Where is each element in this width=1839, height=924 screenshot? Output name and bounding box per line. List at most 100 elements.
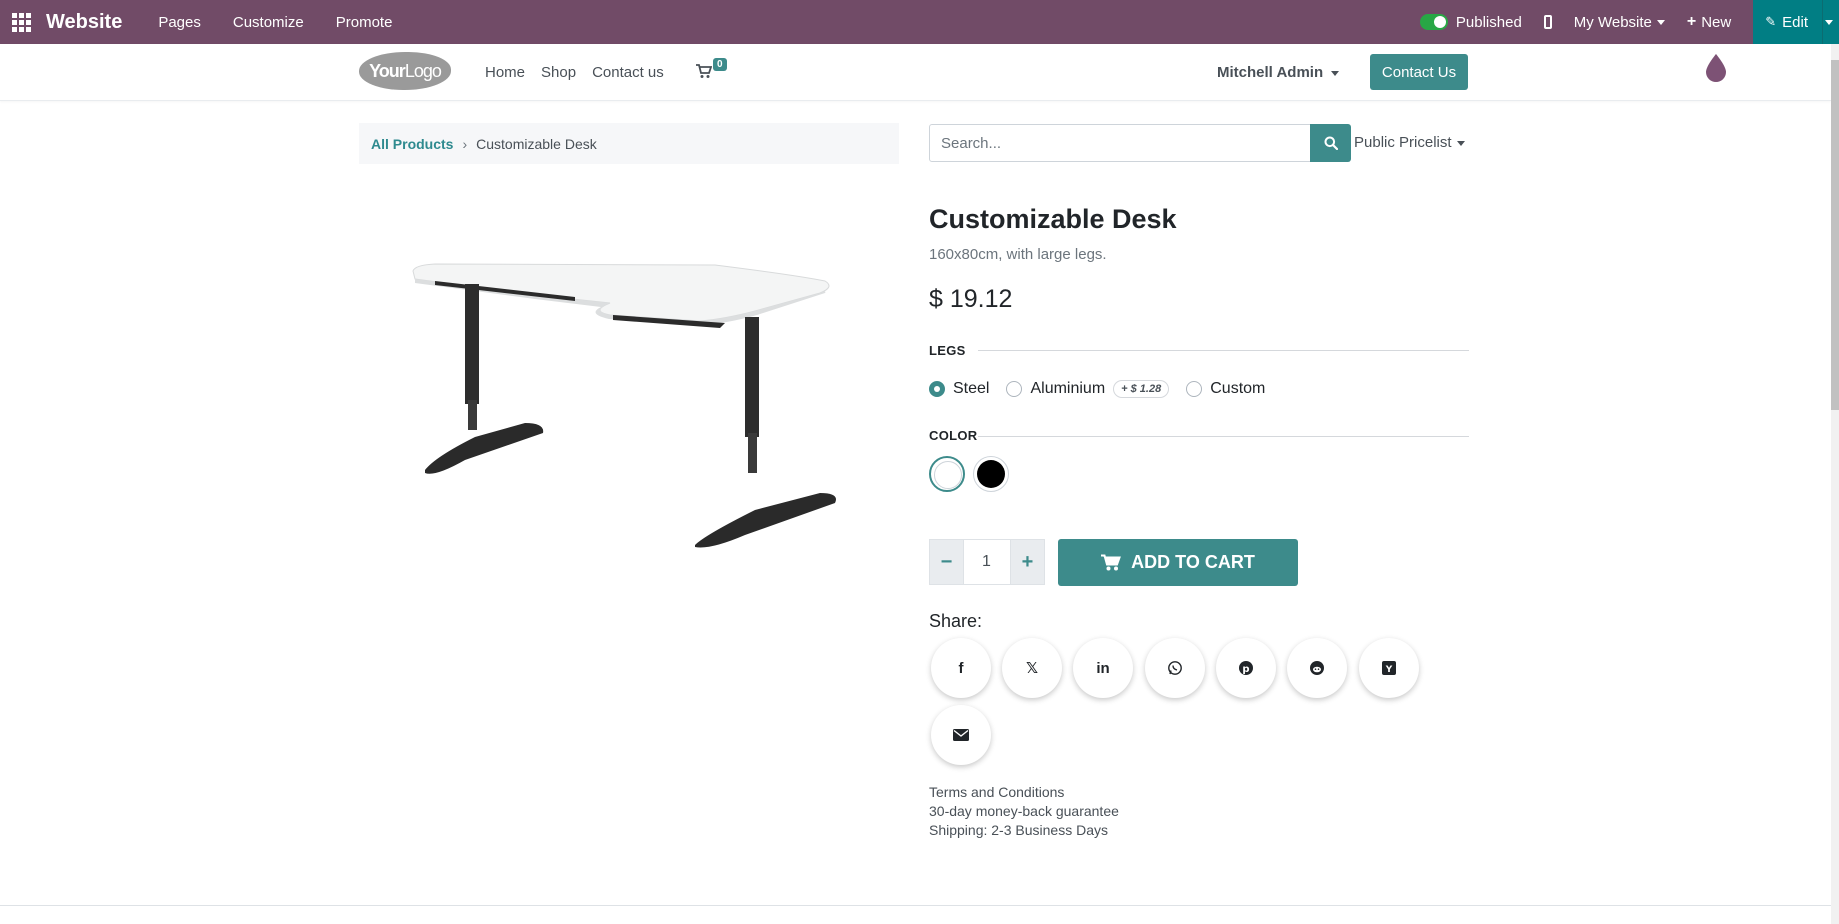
pricelist-label: Public Pricelist <box>1354 134 1452 151</box>
whatsapp-icon <box>1168 661 1182 675</box>
toggle-switch[interactable] <box>1419 14 1448 30</box>
logo-text: Logo <box>404 60 442 81</box>
product-image <box>412 263 836 548</box>
new-button[interactable]: + New <box>1687 13 1731 31</box>
nav-home[interactable]: Home <box>485 64 525 81</box>
share-reddit-button[interactable] <box>1287 638 1347 698</box>
share-linkedin-button[interactable]: in <box>1073 638 1133 698</box>
minus-icon: − <box>940 550 953 573</box>
apps-menu-icon[interactable] <box>0 0 42 44</box>
quantity-input[interactable]: 1 <box>963 539 1010 585</box>
share-whatsapp-button[interactable] <box>1145 638 1205 698</box>
mobile-preview-icon[interactable] <box>1543 15 1552 29</box>
pencil-icon: ✎ <box>1765 14 1777 29</box>
main-nav: Home Shop Contact us <box>485 64 680 81</box>
breadcrumb-separator: › <box>462 135 468 152</box>
search-icon <box>1324 136 1338 150</box>
product-title: Customizable Desk <box>929 204 1177 234</box>
website-admin-bar: Website Pages Customize Promote Publishe… <box>0 0 1839 44</box>
add-to-cart-label: ADD TO CART <box>1131 552 1255 572</box>
published-label: Published <box>1455 13 1522 31</box>
legs-option-steel[interactable]: Steel <box>929 380 989 398</box>
breadcrumb-all-products[interactable]: All Products <box>371 136 453 152</box>
share-hackernews-button[interactable]: Y <box>1359 638 1419 698</box>
radio-custom[interactable] <box>1186 381 1203 397</box>
site-logo[interactable]: Your Logo <box>359 52 451 90</box>
svg-text:p: p <box>1242 664 1249 675</box>
new-label: New <box>1701 13 1732 31</box>
legs-option-label: Aluminium <box>1030 380 1106 397</box>
pinterest-icon: p <box>1239 661 1253 675</box>
guarantee-text: 30-day money-back guarantee <box>929 803 1119 819</box>
menu-pages[interactable]: Pages <box>158 14 201 31</box>
legs-option-aluminium[interactable]: Aluminium + $ 1.28 <box>1006 380 1170 398</box>
legs-options: Steel Aluminium + $ 1.28 Custom <box>929 380 1282 398</box>
pricelist-dropdown[interactable]: Public Pricelist <box>1354 134 1465 151</box>
app-brand[interactable]: Website <box>46 11 122 34</box>
legs-option-custom[interactable]: Custom <box>1186 380 1265 398</box>
color-divider <box>978 436 1469 437</box>
email-icon <box>953 729 969 741</box>
shopping-cart-icon <box>1101 554 1122 571</box>
published-toggle[interactable]: Published <box>1419 13 1522 31</box>
site-header: Your Logo Home Shop Contact us 0 Mitchell… <box>0 44 1831 101</box>
terms-link[interactable]: Terms and Conditions <box>929 784 1064 800</box>
quantity-decrease-button[interactable]: − <box>929 539 964 585</box>
plus-icon: + <box>1686 13 1697 30</box>
menu-customize[interactable]: Customize <box>233 14 304 31</box>
my-website-dropdown[interactable]: My Website <box>1574 14 1665 31</box>
user-name: Mitchell Admin <box>1217 64 1324 81</box>
scrollbar-thumb[interactable] <box>1831 60 1839 410</box>
legs-option-label: Steel <box>953 380 990 397</box>
hackernews-icon: Y <box>1382 661 1396 675</box>
facebook-icon: f <box>958 659 964 677</box>
share-facebook-button[interactable]: f <box>931 638 991 698</box>
product-description: 160x80cm, with large legs. <box>929 246 1107 263</box>
menu-promote[interactable]: Promote <box>336 14 393 31</box>
product-price: $ 19.12 <box>929 285 1013 313</box>
share-x-button[interactable]: 𝕏 <box>1002 638 1062 698</box>
chevron-down-icon <box>1656 19 1665 25</box>
nav-shop[interactable]: Shop <box>541 64 576 81</box>
share-email-button[interactable] <box>931 705 991 765</box>
share-label: Share: <box>929 611 983 631</box>
quantity-increase-button[interactable]: + <box>1010 539 1045 585</box>
cart-count-badge: 0 <box>713 58 727 71</box>
color-attribute-label: COLOR <box>929 428 978 443</box>
legs-option-label: Custom <box>1210 380 1266 397</box>
breadcrumb-current: Customizable Desk <box>476 135 597 152</box>
color-swatch-black[interactable] <box>973 456 1009 492</box>
share-pinterest-button[interactable]: p <box>1216 638 1276 698</box>
nav-contact-us[interactable]: Contact us <box>592 64 664 81</box>
reddit-icon <box>1310 661 1324 675</box>
chevron-down-icon <box>1456 140 1465 146</box>
shipping-text: Shipping: 2-3 Business Days <box>929 822 1108 838</box>
chevron-down-icon <box>1825 19 1833 25</box>
x-twitter-icon: 𝕏 <box>1025 660 1039 677</box>
legs-divider <box>978 350 1469 351</box>
search-input[interactable]: Search... <box>929 124 1311 162</box>
svg-text:Y: Y <box>1385 665 1393 675</box>
price-extra-badge: + $ 1.28 <box>1113 380 1170 398</box>
radio-steel[interactable] <box>929 381 945 397</box>
cart-link[interactable]: 0 <box>696 58 727 79</box>
plus-icon: + <box>1021 550 1034 573</box>
linkedin-icon: in <box>1096 659 1110 677</box>
shopping-cart-icon <box>696 64 712 78</box>
color-swatch-white[interactable] <box>929 456 965 492</box>
legs-attribute-label: LEGS <box>929 343 966 358</box>
breadcrumb: All Products › Customizable Desk <box>359 123 899 164</box>
user-menu[interactable]: Mitchell Admin <box>1217 64 1340 81</box>
add-to-cart-button[interactable]: ADD TO CART <box>1058 539 1298 586</box>
contact-us-button[interactable]: Contact Us <box>1370 54 1468 90</box>
theme-drop-icon[interactable] <box>1704 52 1728 82</box>
radio-aluminium[interactable] <box>1006 381 1023 397</box>
my-website-label: My Website <box>1573 13 1652 31</box>
edit-button[interactable]: ✎ Edit <box>1753 0 1822 44</box>
chevron-down-icon <box>1331 70 1340 76</box>
footer-divider <box>0 905 1831 906</box>
search-button[interactable] <box>1310 124 1351 162</box>
edit-dropdown-toggle[interactable] <box>1822 0 1839 44</box>
logo-text-bold: Your <box>369 60 406 81</box>
edit-label: Edit <box>1782 13 1808 31</box>
